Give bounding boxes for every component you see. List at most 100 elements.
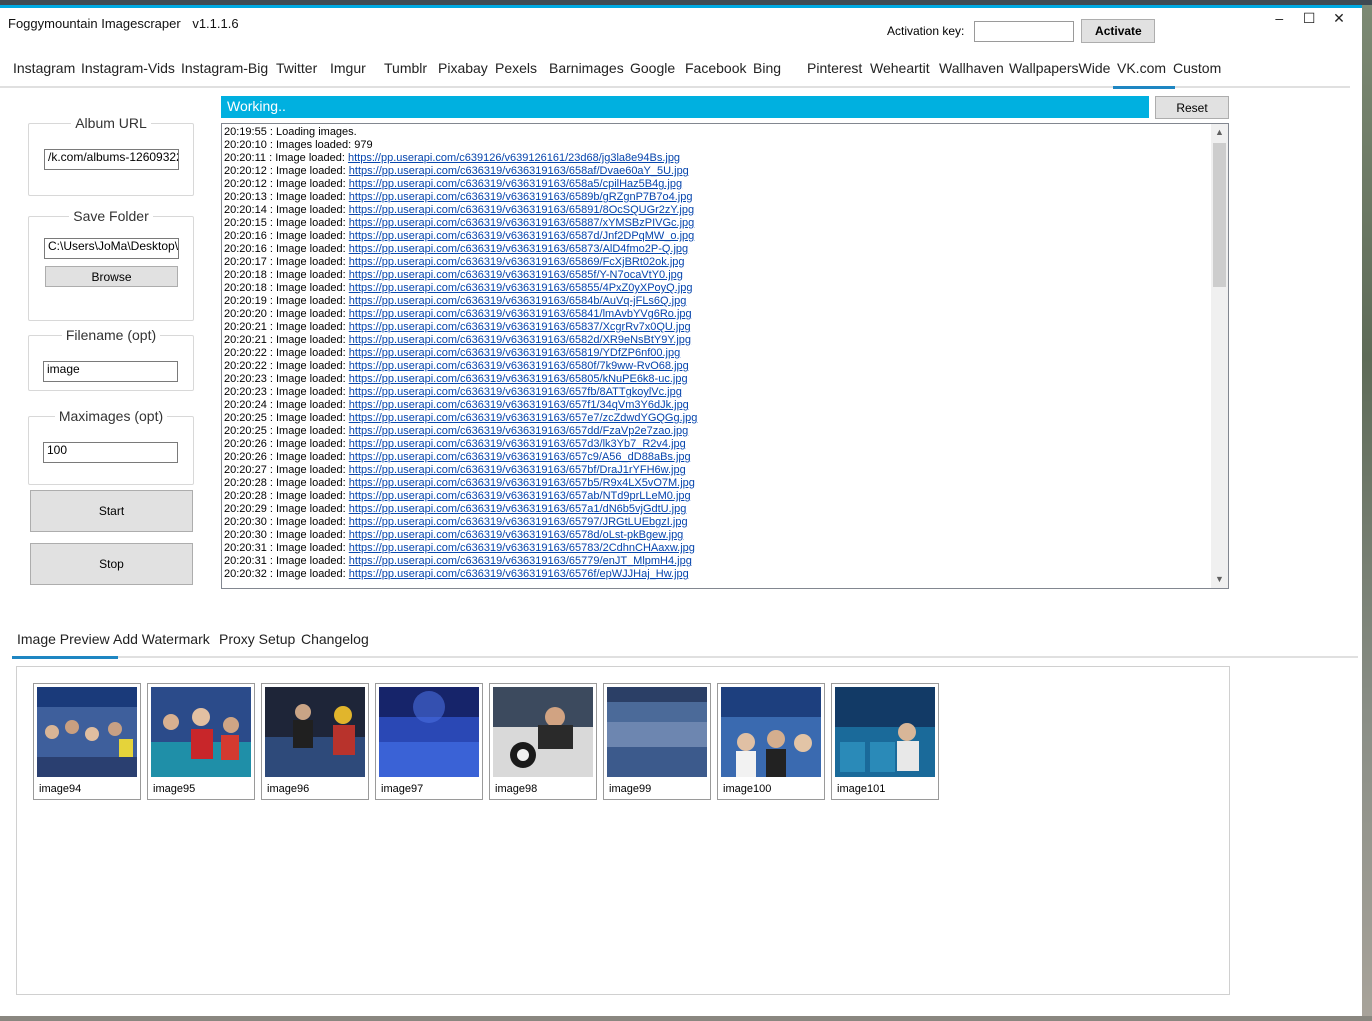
- activation-key-input[interactable]: [974, 20, 1075, 42]
- maximages-input[interactable]: 100: [43, 442, 178, 463]
- log-link[interactable]: https://pp.userapi.com/c636319/v63631916…: [349, 516, 688, 528]
- thumbnail[interactable]: image101: [831, 683, 939, 800]
- log-separator: :: [266, 204, 276, 216]
- log-link[interactable]: https://pp.userapi.com/c636319/v63631916…: [349, 282, 693, 294]
- browse-button[interactable]: Browse: [45, 266, 178, 287]
- start-button[interactable]: Start: [30, 490, 193, 532]
- log-link[interactable]: https://pp.userapi.com/c636319/v63631916…: [349, 256, 685, 268]
- log-line: 20:20:26 : Image loaded: https://pp.user…: [224, 438, 1209, 451]
- thumbnail[interactable]: image97: [375, 683, 483, 800]
- album-url-input[interactable]: /k.com/albums-126093223: [44, 149, 179, 170]
- log-link[interactable]: https://pp.userapi.com/c636319/v63631916…: [349, 334, 691, 346]
- log-message: Image loaded:: [276, 464, 346, 476]
- log-link[interactable]: https://pp.userapi.com/c636319/v63631916…: [349, 230, 695, 242]
- app-window: Foggymountain Imagescraper v1.1.1.6 – ☐ …: [0, 5, 1362, 1016]
- tab-wallpaperswide[interactable]: WallpapersWide: [1009, 58, 1110, 86]
- scroll-down-icon[interactable]: ▼: [1211, 571, 1228, 588]
- activate-button[interactable]: Activate: [1081, 19, 1156, 43]
- log-separator: :: [266, 321, 276, 333]
- log-link[interactable]: https://pp.userapi.com/c636319/v63631916…: [349, 321, 691, 333]
- log-timestamp: 20:20:22: [224, 347, 267, 359]
- thumbnail[interactable]: image99: [603, 683, 711, 800]
- log-link[interactable]: https://pp.userapi.com/c636319/v63631916…: [349, 555, 692, 567]
- tab-image-preview[interactable]: Image Preview: [12, 629, 118, 659]
- tab-instagram-big[interactable]: Instagram-Big: [181, 58, 268, 86]
- log-link[interactable]: https://pp.userapi.com/c636319/v63631916…: [349, 503, 687, 515]
- tab-facebook[interactable]: Facebook: [685, 58, 746, 86]
- log-output[interactable]: 20:19:55 : Loading images. 20:20:10 : Ima…: [221, 123, 1229, 589]
- tab-vk[interactable]: VK.com: [1112, 58, 1176, 89]
- thumbnail-caption: image97: [381, 783, 424, 795]
- thumbnail-caption: image99: [609, 783, 652, 795]
- log-separator: :: [266, 282, 276, 294]
- log-message: Image loaded:: [276, 490, 346, 502]
- log-separator: :: [266, 139, 276, 151]
- log-message: Image loaded:: [276, 542, 346, 554]
- thumbnail[interactable]: image98: [489, 683, 597, 800]
- tab-pixabay[interactable]: Pixabay: [438, 58, 488, 86]
- thumbnail[interactable]: image96: [261, 683, 369, 800]
- log-link[interactable]: https://pp.userapi.com/c636319/v63631916…: [349, 347, 680, 359]
- log-timestamp: 20:20:10: [224, 139, 267, 151]
- tab-instagram[interactable]: Instagram: [13, 58, 75, 86]
- tab-weheartit[interactable]: Weheartit: [870, 58, 930, 86]
- maximize-icon[interactable]: ☐: [1296, 10, 1322, 27]
- log-message: Image loaded:: [276, 230, 346, 242]
- log-link[interactable]: https://pp.userapi.com/c636319/v63631916…: [349, 477, 695, 489]
- scroll-thumb[interactable]: [1213, 143, 1226, 287]
- log-link[interactable]: https://pp.userapi.com/c636319/v63631916…: [349, 295, 687, 307]
- scroll-up-icon[interactable]: ▲: [1211, 124, 1228, 141]
- tab-pexels[interactable]: Pexels: [495, 58, 537, 86]
- log-link[interactable]: https://pp.userapi.com/c636319/v63631916…: [349, 529, 684, 541]
- tab-bing[interactable]: Bing: [753, 58, 781, 86]
- log-link[interactable]: https://pp.userapi.com/c636319/v63631916…: [349, 542, 695, 554]
- tab-proxy-setup[interactable]: Proxy Setup: [219, 629, 295, 656]
- log-link[interactable]: https://pp.userapi.com/c636319/v63631916…: [349, 412, 698, 424]
- thumbnail[interactable]: image94: [33, 683, 141, 800]
- log-link[interactable]: https://pp.userapi.com/c639126/v63912616…: [348, 152, 680, 164]
- log-link[interactable]: https://pp.userapi.com/c636319/v63631916…: [349, 438, 686, 450]
- save-folder-input[interactable]: C:\Users\JoMa\Desktop\N: [44, 238, 179, 259]
- tab-imgur[interactable]: Imgur: [330, 58, 366, 86]
- log-link[interactable]: https://pp.userapi.com/c636319/v63631916…: [349, 399, 689, 411]
- log-timestamp: 20:20:28: [224, 490, 267, 502]
- log-link[interactable]: https://pp.userapi.com/c636319/v63631916…: [349, 490, 691, 502]
- tab-changelog[interactable]: Changelog: [301, 629, 369, 656]
- tab-custom[interactable]: Custom: [1173, 58, 1221, 86]
- reset-button[interactable]: Reset: [1155, 96, 1229, 119]
- thumbnail[interactable]: image95: [147, 683, 255, 800]
- tab-twitter[interactable]: Twitter: [276, 58, 317, 86]
- log-link[interactable]: https://pp.userapi.com/c636319/v63631916…: [349, 243, 688, 255]
- tab-instagram-vids[interactable]: Instagram-Vids: [81, 58, 175, 86]
- thumbnail[interactable]: image100: [717, 683, 825, 800]
- log-link[interactable]: https://pp.userapi.com/c636319/v63631916…: [349, 386, 682, 398]
- log-link[interactable]: https://pp.userapi.com/c636319/v63631916…: [349, 451, 691, 463]
- log-link[interactable]: https://pp.userapi.com/c636319/v63631916…: [349, 217, 695, 229]
- log-link[interactable]: https://pp.userapi.com/c636319/v63631916…: [349, 425, 688, 437]
- log-link[interactable]: https://pp.userapi.com/c636319/v63631916…: [349, 360, 689, 372]
- stop-button[interactable]: Stop: [30, 543, 193, 585]
- log-link[interactable]: https://pp.userapi.com/c636319/v63631916…: [349, 464, 686, 476]
- log-scrollbar[interactable]: ▲ ▼: [1211, 124, 1228, 588]
- filename-input[interactable]: image: [43, 361, 178, 382]
- log-link[interactable]: https://pp.userapi.com/c636319/v63631916…: [349, 373, 688, 385]
- tab-pinterest[interactable]: Pinterest: [807, 58, 862, 86]
- log-link[interactable]: https://pp.userapi.com/c636319/v63631916…: [349, 178, 682, 190]
- log-line: 20:20:23 : Image loaded: https://pp.user…: [224, 373, 1209, 386]
- log-link[interactable]: https://pp.userapi.com/c636319/v63631916…: [349, 191, 693, 203]
- tab-google[interactable]: Google: [630, 58, 675, 86]
- tab-add-watermark[interactable]: Add Watermark: [113, 629, 210, 656]
- log-message: Image loaded:: [276, 321, 346, 333]
- tab-barnimages[interactable]: Barnimages: [549, 58, 624, 86]
- log-link[interactable]: https://pp.userapi.com/c636319/v63631916…: [349, 204, 694, 216]
- log-link[interactable]: https://pp.userapi.com/c636319/v63631916…: [349, 269, 683, 281]
- minimize-icon[interactable]: –: [1266, 10, 1292, 26]
- log-link[interactable]: https://pp.userapi.com/c636319/v63631916…: [349, 165, 689, 177]
- log-link[interactable]: https://pp.userapi.com/c636319/v63631916…: [349, 568, 689, 580]
- log-line: 20:20:16 : Image loaded: https://pp.user…: [224, 230, 1209, 243]
- tab-tumblr[interactable]: Tumblr: [384, 58, 427, 86]
- close-icon[interactable]: ✕: [1326, 10, 1352, 27]
- log-link[interactable]: https://pp.userapi.com/c636319/v63631916…: [349, 308, 692, 320]
- tab-wallhaven[interactable]: Wallhaven: [939, 58, 1004, 86]
- save-folder-group: Save Folder: [28, 208, 194, 321]
